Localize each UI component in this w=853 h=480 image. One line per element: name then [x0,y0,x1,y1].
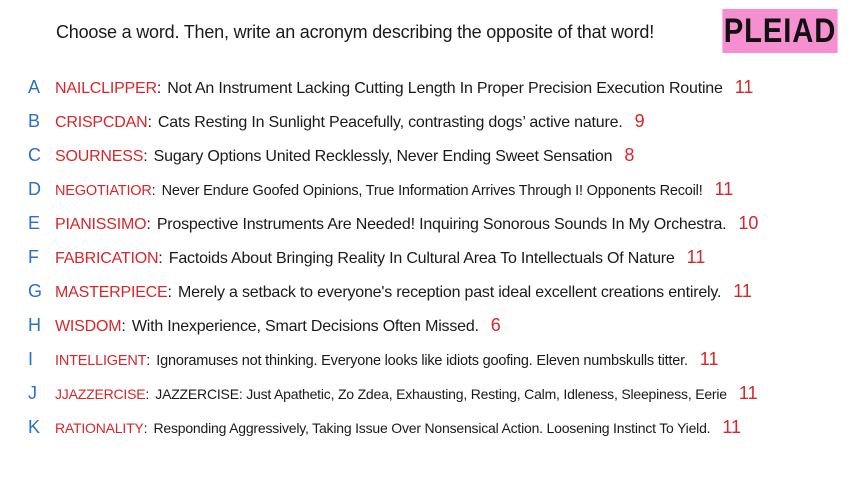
row-count: 11 [734,76,754,97]
row-acronym: Never Endure Goofed Opinions, True Infor… [161,182,703,199]
row-acronym: With Inexperience, Smart Decisions Often… [131,317,479,335]
row-acronym: Factoids About Bringing Reality In Cultu… [168,249,675,267]
row-count: 6 [490,314,501,335]
row-count: 9 [634,110,645,131]
row-letter: C [28,144,41,165]
row-word: MASTERPIECE [55,283,168,301]
list-item: K RATIONALITY: Responding Aggressively, … [0,412,853,442]
row-word: RATIONALITY [55,419,144,436]
list-item: C SOURNESS: Sugary Options United Reckle… [0,140,853,170]
row-line: CRISPCDAN: Cats Resting In Sunlight Peac… [55,110,645,131]
row-line: PIANISSIMO: Prospective Instruments Are … [55,212,759,233]
row-letter: I [28,348,34,369]
row-line: MASTERPIECE: Merely a setback to everyon… [55,280,752,301]
row-line: WISDOM: With Inexperience, Smart Decisio… [55,314,501,335]
row-word: NAILCLIPPER [55,79,157,97]
row-word: SOURNESS [55,147,144,165]
row-word: PIANISSIMO [55,215,147,233]
row-line: RATIONALITY: Responding Aggressively, Ta… [55,416,742,437]
row-line: SOURNESS: Sugary Options United Reckless… [55,144,635,165]
row-letter: F [28,246,39,267]
row-letter: J [28,382,37,403]
list-item: J JJAZZERCISE: JAZZERCISE: Just Apatheti… [0,378,853,408]
row-word: CRISPCDAN [55,113,148,131]
row-line: NAILCLIPPER: Not An Instrument Lacking C… [55,76,754,97]
row-letter: A [28,76,41,97]
row-word: WISDOM [55,317,122,335]
row-line: INTELLIGENT: Ignoramuses not thinking. E… [55,348,719,369]
row-count: 11 [714,178,734,199]
row-line: FABRICATION: Factoids About Bringing Rea… [55,246,706,267]
row-count: 11 [733,280,752,301]
row-count: 10 [738,212,759,233]
row-acronym: Merely a setback to everyone's reception… [177,283,722,301]
list-item: E PIANISSIMO: Prospective Instruments Ar… [0,208,853,238]
list-item: I INTELLIGENT: Ignoramuses not thinking.… [0,344,853,374]
row-letter: K [28,416,41,437]
instruction-text: Choose a word. Then, write an acronym de… [56,22,655,42]
list-item: G MASTERPIECE: Merely a setback to every… [0,276,853,306]
row-letter: G [28,280,43,301]
list-item: A NAILCLIPPER: Not An Instrument Lacking… [0,72,853,102]
list-item: F FABRICATION: Factoids About Bringing R… [0,242,853,272]
list-item: B CRISPCDAN: Cats Resting In Sunlight Pe… [0,106,853,136]
row-count: 11 [686,246,706,267]
row-count: 11 [722,416,742,437]
row-count: 11 [699,348,719,369]
row-acronym: JAZZERCISE: Just Apathetic, Zo Zdea, Exh… [155,385,727,402]
row-word: INTELLIGENT [55,352,147,369]
list-item: D NEGOTIATIOR: Never Endure Goofed Opini… [0,174,853,204]
row-word: NEGOTIATIOR [55,182,152,199]
row-acronym: Cats Resting In Sunlight Peacefully, con… [157,113,623,131]
row-acronym: Prospective Instruments Are Needed! Inqu… [156,215,727,233]
row-acronym: Responding Aggressively, Taking Issue Ov… [153,419,711,436]
row-count: 11 [738,382,758,403]
row-acronym: Ignoramuses not thinking. Everyone looks… [156,352,688,369]
row-word: FABRICATION [55,249,159,267]
row-letter: E [28,212,41,233]
pleiad-logo: PLEIAD [722,9,838,53]
row-count: 8 [624,144,635,165]
list-item: H WISDOM: With Inexperience, Smart Decis… [0,310,853,340]
row-letter: B [28,110,41,131]
row-letter: D [28,178,41,199]
row-acronym: Not An Instrument Lacking Cutting Length… [167,79,723,97]
row-word: JJAZZERCISE [55,385,146,402]
row-letter: H [28,314,41,335]
row-line: NEGOTIATIOR: Never Endure Goofed Opinion… [55,178,734,199]
row-line: JJAZZERCISE: JAZZERCISE: Just Apathetic,… [55,382,758,403]
row-acronym: Sugary Options United Recklessly, Never … [153,147,613,165]
